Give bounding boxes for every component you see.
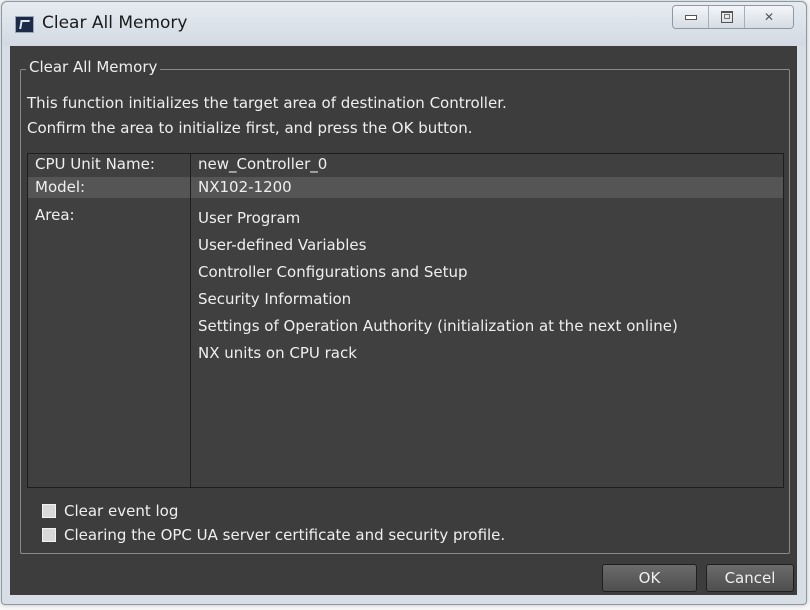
area-label: Area: xyxy=(35,206,75,224)
cpu-unit-name-value: new_Controller_0 xyxy=(198,155,328,173)
description-line-2: Confirm the area to initialize first, an… xyxy=(27,119,473,137)
window-controls: ✕ xyxy=(672,5,794,29)
area-item-user-defined-variables: User-defined Variables xyxy=(198,236,367,254)
close-icon: ✕ xyxy=(763,10,775,24)
model-value: NX102-1200 xyxy=(198,178,292,196)
area-item-nx-units: NX units on CPU rack xyxy=(198,344,357,362)
area-item-controller-configurations: Controller Configurations and Setup xyxy=(198,263,468,281)
model-label: Model: xyxy=(35,178,86,196)
area-item-operation-authority: Settings of Operation Authority (initial… xyxy=(198,317,678,335)
maximize-icon xyxy=(720,11,733,23)
minimize-icon xyxy=(684,14,697,20)
clear-all-memory-dialog: Clear All Memory ✕ Clear All Memory This… xyxy=(1,1,807,605)
clear-event-log-checkbox[interactable] xyxy=(42,504,56,518)
cancel-button[interactable]: Cancel xyxy=(706,564,794,592)
info-label-column xyxy=(28,154,191,487)
clear-opc-ua-label: Clearing the OPC UA server certificate a… xyxy=(64,526,506,544)
ok-button[interactable]: OK xyxy=(602,564,697,592)
area-item-user-program: User Program xyxy=(198,209,301,227)
controller-info-panel: CPU Unit Name: new_Controller_0 Model: N… xyxy=(27,153,784,488)
close-button[interactable]: ✕ xyxy=(745,6,793,28)
group-title: Clear All Memory xyxy=(26,58,161,76)
description-line-1: This function initializes the target are… xyxy=(27,94,507,112)
dialog-body: Clear All Memory This function initializ… xyxy=(10,46,797,595)
cpu-unit-name-label: CPU Unit Name: xyxy=(35,155,155,173)
clear-opc-ua-checkbox[interactable] xyxy=(42,528,56,542)
area-item-security-information: Security Information xyxy=(198,290,352,308)
app-icon xyxy=(15,16,34,33)
window-title: Clear All Memory xyxy=(42,13,188,33)
minimize-button[interactable] xyxy=(673,6,709,28)
clear-opc-ua-option[interactable]: Clearing the OPC UA server certificate a… xyxy=(42,526,505,544)
maximize-button[interactable] xyxy=(709,6,745,28)
clear-event-log-option[interactable]: Clear event log xyxy=(42,502,178,520)
title-bar[interactable]: Clear All Memory ✕ xyxy=(2,2,806,46)
clear-event-log-label: Clear event log xyxy=(64,502,179,520)
